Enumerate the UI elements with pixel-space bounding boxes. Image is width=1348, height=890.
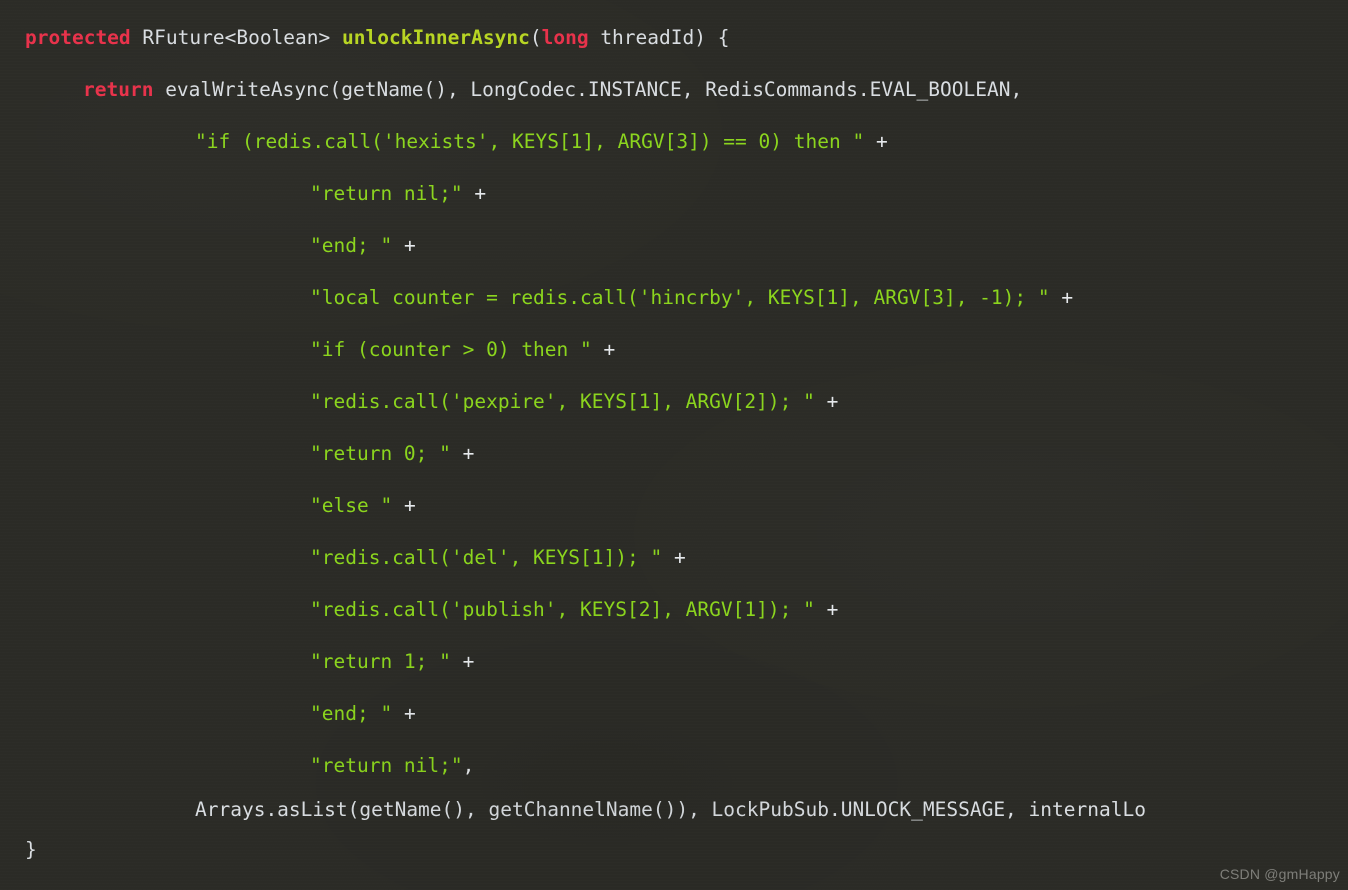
code-token-op: + — [462, 442, 475, 465]
code-token-str: "redis.call('del', KEYS[1]); " — [310, 546, 663, 569]
code-token-op: + — [875, 130, 888, 153]
code-token-kw: long — [541, 26, 589, 49]
code-line-13[interactable]: "return 1; " + — [0, 652, 474, 672]
code-token-op: , — [462, 754, 475, 777]
code-token-pln — [131, 26, 143, 49]
code-token-str: "end; " — [310, 702, 393, 725]
code-token-op: + — [462, 650, 475, 673]
code-token-op: + — [403, 494, 416, 517]
code-token-kw: return — [83, 78, 154, 101]
code-token-op: + — [826, 390, 839, 413]
code-token-pln: } — [25, 838, 37, 861]
code-line-2[interactable]: return evalWriteAsync(getName(), LongCod… — [0, 80, 1022, 100]
code-token-str: "return nil;" — [310, 754, 463, 777]
code-token-op: + — [826, 598, 839, 621]
code-token-op: + — [403, 234, 416, 257]
code-token-str: "if (redis.call('hexists', KEYS[1], ARGV… — [195, 130, 865, 153]
code-token-mth: unlockInnerAsync — [342, 26, 530, 49]
code-token-op: + — [603, 338, 616, 361]
code-token-op: + — [474, 182, 487, 205]
code-token-str: "redis.call('pexpire', KEYS[1], ARGV[2])… — [310, 390, 815, 413]
code-token-str: "if (counter > 0) then " — [310, 338, 592, 361]
code-token-pln — [463, 182, 475, 205]
code-token-pln — [330, 26, 342, 49]
code-line-4[interactable]: "return nil;" + — [0, 184, 486, 204]
code-token-pln: ( — [529, 26, 542, 49]
code-token-pln — [392, 494, 404, 517]
code-line-5[interactable]: "end; " + — [0, 236, 416, 256]
code-token-str: "end; " — [310, 234, 393, 257]
code-line-16[interactable]: Arrays.asList(getName(), getChannelName(… — [0, 800, 1146, 820]
code-line-8[interactable]: "redis.call('pexpire', KEYS[1], ARGV[2])… — [0, 392, 838, 412]
code-line-17[interactable]: } — [0, 840, 37, 860]
code-token-pln — [592, 338, 604, 361]
code-token-str: "return nil;" — [310, 182, 463, 205]
code-line-10[interactable]: "else " + — [0, 496, 416, 516]
code-line-15[interactable]: "return nil;", — [0, 756, 474, 776]
code-token-pln: evalWriteAsync(getName(), LongCodec.INST… — [153, 78, 1023, 101]
code-token-pln — [1050, 286, 1062, 309]
code-line-1[interactable]: protected RFuture<Boolean> unlockInnerAs… — [0, 28, 729, 48]
code-line-6[interactable]: "local counter = redis.call('hincrby', K… — [0, 288, 1073, 308]
code-line-14[interactable]: "end; " + — [0, 704, 416, 724]
code-token-pln — [392, 234, 404, 257]
code-line-12[interactable]: "redis.call('publish', KEYS[2], ARGV[1])… — [0, 600, 838, 620]
code-token-kw: protected — [25, 26, 131, 49]
code-line-9[interactable]: "return 0; " + — [0, 444, 474, 464]
code-token-pln: Arrays.asList(getName(), getChannelName(… — [195, 798, 1146, 821]
code-line-3[interactable]: "if (redis.call('hexists', KEYS[1], ARGV… — [0, 132, 888, 152]
code-token-str: "else " — [310, 494, 393, 517]
csdn-watermark: CSDN @gmHappy — [1219, 866, 1340, 882]
code-token-str: "redis.call('publish', KEYS[2], ARGV[1])… — [310, 598, 815, 621]
code-token-str: "return 0; " — [310, 442, 451, 465]
code-token-pln — [662, 546, 674, 569]
code-token-pln — [451, 442, 463, 465]
code-editor-viewport[interactable]: protected RFuture<Boolean> unlockInnerAs… — [0, 0, 1348, 890]
code-token-pln — [815, 390, 827, 413]
code-token-op: + — [673, 546, 686, 569]
code-token-pln: threadId) { — [588, 26, 730, 49]
code-token-pln: RFuture<Boolean> — [142, 26, 331, 49]
code-token-op: + — [403, 702, 416, 725]
code-token-op: + — [1061, 286, 1074, 309]
code-token-pln — [815, 598, 827, 621]
code-token-pln — [392, 702, 404, 725]
code-line-7[interactable]: "if (counter > 0) then " + — [0, 340, 615, 360]
code-token-pln — [864, 130, 876, 153]
code-token-pln — [451, 650, 463, 673]
code-line-11[interactable]: "redis.call('del', KEYS[1]); " + — [0, 548, 686, 568]
code-token-str: "return 1; " — [310, 650, 451, 673]
code-token-str: "local counter = redis.call('hincrby', K… — [310, 286, 1050, 309]
